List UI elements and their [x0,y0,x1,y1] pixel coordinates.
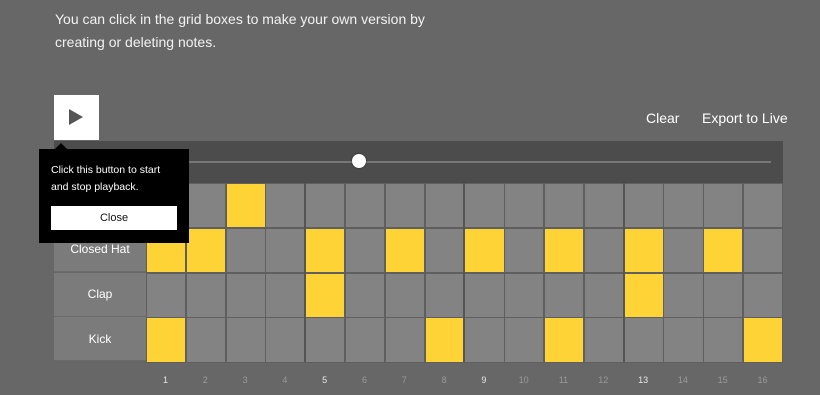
step-number: 5 [322,375,328,385]
grid-cell[interactable] [703,183,744,229]
grid-cell[interactable] [345,317,386,363]
step-number: 15 [717,375,728,385]
grid-cell[interactable] [146,317,187,363]
step-number: 6 [361,375,367,385]
grid-cell[interactable] [504,183,545,229]
grid-cell[interactable] [583,272,625,318]
grid-cell[interactable] [146,272,187,318]
grid-cell[interactable] [504,227,545,274]
grid-cell[interactable] [185,227,227,274]
grid-cell[interactable] [623,317,664,363]
bar-separator [622,183,625,362]
step-number: 10 [518,375,529,385]
grid-cell[interactable] [305,317,346,363]
step-number: 9 [481,375,487,385]
bar-separator [463,183,466,362]
tooltip-close-button[interactable]: Close [51,206,177,230]
step-number: 13 [638,375,649,385]
grid-cell[interactable] [544,272,585,318]
grid-cell[interactable] [185,272,227,318]
step-number: 16 [757,375,768,385]
grid-cell[interactable] [583,183,625,229]
grid-cell[interactable] [265,227,306,274]
grid-cell[interactable] [265,272,306,318]
grid-cell[interactable] [663,317,704,363]
grid-cell[interactable] [703,317,744,363]
grid-cell[interactable] [544,227,585,274]
grid-cell[interactable] [703,227,744,274]
grid-cell[interactable] [743,183,784,229]
playback-tooltip: Click this button to start and stop play… [39,143,189,243]
grid-cell[interactable] [544,183,585,229]
row-label: Clap [54,272,146,317]
grid-cell[interactable] [424,272,465,318]
grid-cell[interactable] [265,183,306,229]
grid-cell[interactable] [663,227,704,274]
instructions-text: You can click in the grid boxes to make … [55,8,435,54]
grid-cell[interactable] [623,183,664,229]
grid-cell[interactable] [504,272,545,318]
tooltip-text: Click this button to start and stop play… [51,162,181,196]
grid-cell[interactable] [384,317,426,363]
instructions-line-1: You can click in the grid boxes to make … [55,11,425,27]
grid-cell[interactable] [305,183,346,229]
step-number: 1 [162,375,168,385]
grid-cell[interactable] [345,227,386,274]
grid-cell[interactable] [265,317,306,363]
grid-cell[interactable] [743,227,784,274]
grid-cell[interactable] [305,227,346,274]
grid-cell[interactable] [345,183,386,229]
grid-cell[interactable] [743,272,784,318]
grid-cell[interactable] [583,317,625,363]
step-number: 12 [598,375,609,385]
slider-track[interactable] [144,161,771,163]
step-number: 2 [202,375,208,385]
step-number: 3 [242,375,248,385]
step-number: 14 [677,375,688,385]
grid-cell[interactable] [623,227,664,274]
grid-cell[interactable] [345,272,386,318]
grid-cell[interactable] [225,227,266,274]
grid-cell[interactable] [185,183,227,229]
grid-cell[interactable] [225,317,266,363]
grid-cell[interactable] [464,183,505,229]
instructions-line-2: creating or deleting notes. [55,34,217,50]
grid-cell[interactable] [623,272,664,318]
tooltip-line-1: Click this button to start [51,164,161,176]
play-icon [69,109,83,125]
grid-cell[interactable] [544,317,585,363]
grid-cell[interactable] [185,317,227,363]
export-to-live-button[interactable]: Export to Live [702,110,788,126]
slider-thumb[interactable] [352,154,366,168]
step-number: 11 [558,375,569,385]
tooltip-arrow [55,143,67,149]
grid-cell[interactable] [504,317,545,363]
grid-cell[interactable] [424,227,465,274]
bar-separator [304,183,307,362]
clear-button[interactable]: Clear [646,110,679,126]
grid-cell[interactable] [743,317,784,363]
grid-cell[interactable] [424,183,465,229]
grid-cell[interactable] [663,183,704,229]
grid-cell[interactable] [384,183,426,229]
step-number: 7 [401,375,407,385]
grid-cell[interactable] [464,227,505,274]
step-number: 8 [441,375,447,385]
grid-cell[interactable] [384,272,426,318]
grid-cell[interactable] [384,227,426,274]
grid-cell[interactable] [583,227,625,274]
tooltip-line-2: and stop playback. [51,181,139,193]
grid-cell[interactable] [703,272,744,318]
grid-cell[interactable] [225,272,266,318]
grid-cell[interactable] [663,272,704,318]
grid-cell[interactable] [305,272,346,318]
grid-cell[interactable] [424,317,465,363]
step-number: 4 [282,375,288,385]
play-button[interactable] [54,95,99,140]
row-label: Kick [54,317,146,362]
grid-cell[interactable] [225,183,266,229]
grid-cell[interactable] [464,317,505,363]
grid-cell[interactable] [464,272,505,318]
